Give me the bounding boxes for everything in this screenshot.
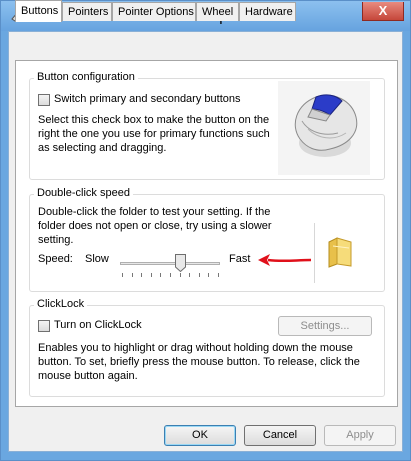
close-button[interactable]: X — [362, 2, 404, 21]
description-line: mouse button again. — [38, 370, 138, 382]
switch-buttons-label[interactable]: Switch primary and secondary buttons — [54, 93, 240, 105]
close-icon: X — [378, 3, 388, 18]
slider-tick — [170, 273, 171, 277]
clicklock-description: Enables you to highlight or drag without… — [38, 341, 378, 383]
clicklock-legend: ClickLock — [34, 298, 88, 310]
tab-pointer-options[interactable]: Pointer Options — [112, 2, 196, 21]
description-line: Select this check box to make the button… — [38, 114, 270, 126]
slider-tick — [160, 273, 161, 277]
red-arrow-annotation-icon — [256, 252, 312, 268]
apply-button[interactable]: Apply — [324, 425, 396, 446]
slider-tick — [218, 273, 219, 277]
double-click-description: Double-click the folder to test your set… — [38, 205, 308, 247]
fast-label: Fast — [229, 253, 251, 265]
clicklock-checkbox[interactable] — [38, 320, 50, 332]
description-line: as selecting and dragging. — [38, 142, 167, 154]
slider-tick — [189, 273, 190, 277]
folder-icon[interactable] — [327, 236, 355, 268]
slider-tick — [180, 273, 181, 277]
clicklock-settings-button[interactable]: Settings... — [278, 316, 372, 336]
description-line: button. To set, briefly press the mouse … — [38, 356, 360, 368]
speed-slider-thumb[interactable] — [175, 254, 186, 273]
description-line: folder does not open or close, try using… — [38, 220, 272, 232]
tab-hardware[interactable]: Hardware — [239, 2, 296, 21]
slider-tick — [151, 273, 152, 277]
tab-wheel[interactable]: Wheel — [196, 2, 239, 21]
cancel-button[interactable]: Cancel — [244, 425, 316, 446]
slider-tick — [208, 273, 209, 277]
tab-pointers[interactable]: Pointers — [62, 2, 112, 21]
slider-tick — [132, 273, 133, 277]
clicklock-label[interactable]: Turn on ClickLock — [54, 319, 142, 331]
slider-tick — [199, 273, 200, 277]
description-line: setting. — [38, 234, 74, 246]
slow-label: Slow — [85, 253, 109, 265]
description-line: right the one you use for primary functi… — [38, 128, 270, 140]
tab-buttons[interactable]: Buttons — [15, 0, 62, 22]
slider-tick — [122, 273, 123, 277]
speed-slider-track[interactable] — [120, 262, 220, 265]
speed-label: Speed: — [38, 253, 73, 265]
description-line: Enables you to highlight or drag without… — [38, 342, 353, 354]
mouse-illustration-icon — [278, 81, 370, 175]
button-configuration-legend: Button configuration — [34, 71, 138, 83]
slider-tick — [141, 273, 142, 277]
ok-button[interactable]: OK — [164, 425, 236, 446]
switch-buttons-checkbox[interactable] — [38, 94, 50, 106]
test-folder-area[interactable] — [314, 223, 358, 283]
button-configuration-description: Select this check box to make the button… — [38, 113, 278, 155]
description-line: Double-click the folder to test your set… — [38, 206, 271, 218]
double-click-speed-legend: Double-click speed — [34, 187, 133, 199]
